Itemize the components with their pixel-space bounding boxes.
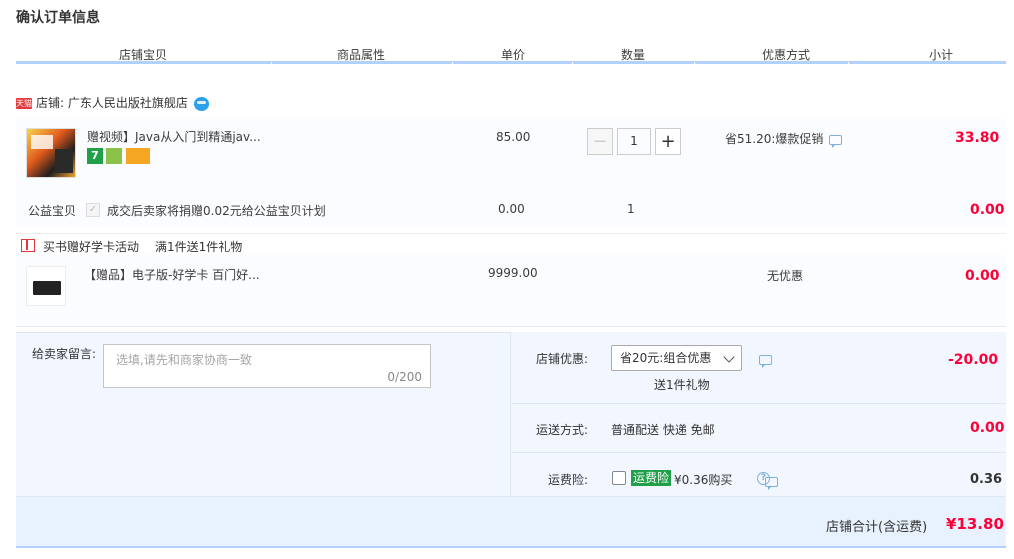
table-header: 店铺宝贝 商品属性 单价 数量 优惠方式 小计 — [16, 44, 1006, 65]
gift-thumbnail[interactable] — [26, 266, 66, 306]
column-header: 单价 — [500, 48, 525, 62]
charity-label: 公益宝贝 — [28, 204, 77, 218]
help-icon[interactable]: ? — [757, 472, 770, 485]
page-title: 确认订单信息 — [16, 10, 100, 26]
total-amount: ¥13.80 — [946, 515, 1004, 533]
charity-checkbox: ✓ — [86, 203, 100, 217]
divider — [511, 403, 1006, 404]
gift-activity-title: 买书赠好学卡活动 — [43, 240, 140, 254]
chat-icon[interactable] — [759, 354, 772, 368]
message-input[interactable]: 选填,请先和商家协商一致 0/200 — [103, 344, 431, 388]
item-thumbnail[interactable] — [26, 128, 76, 178]
qty-input[interactable]: 1 — [617, 128, 651, 155]
message-label: 给卖家留言: — [32, 347, 97, 361]
column-header: 店铺宝贝 — [118, 48, 167, 62]
gift-activity-row: 买书赠好学卡活动 满1件送1件礼物 — [16, 233, 1006, 255]
insurance-amount: 0.36 — [970, 472, 1003, 487]
guarantee-icon — [106, 148, 122, 164]
gift-title[interactable]: 【赠品】电子版-好学卡 百门好... — [84, 266, 260, 283]
column-header: 小计 — [928, 48, 953, 62]
chat-icon[interactable] — [829, 134, 843, 148]
shop-discount-select[interactable]: 省20元:组合优惠 — [611, 345, 742, 371]
shop-name[interactable]: 店铺: 广东人民出版社旗舰店 — [36, 96, 188, 110]
insurance-tag: 运费险 — [631, 470, 672, 486]
quantity-stepper: − 1 + — [587, 128, 683, 155]
charity-price: 0.00 — [498, 202, 525, 216]
qty-plus-button[interactable]: + — [655, 128, 681, 155]
column-header: 优惠方式 — [761, 48, 810, 62]
unit-price: 85.00 — [496, 130, 531, 144]
shipping-label: 运送方式: — [536, 423, 589, 437]
item-promo: 省51.20:爆款促销 — [725, 130, 843, 148]
gift-price: 9999.00 — [488, 266, 538, 280]
shop-discount-note: 送1件礼物 — [654, 378, 710, 392]
column-header: 数量 — [620, 48, 645, 62]
qty-minus-button[interactable]: − — [587, 128, 613, 155]
credit-card-icon — [126, 148, 150, 164]
charity-subtotal: 0.00 — [970, 202, 1005, 218]
message-placeholder: 选填,请先和商家协商一致 — [116, 353, 252, 367]
charity-quantity: 1 — [627, 202, 635, 216]
seven-day-return-icon: 7 — [87, 148, 103, 164]
chevron-down-icon — [723, 351, 735, 363]
total-label: 店铺合计(含运费) — [826, 520, 928, 535]
panel-divider — [510, 332, 511, 496]
item-title[interactable]: 赠视频】Java从入门到精通jav... — [87, 128, 261, 145]
charity-text: 成交后卖家将捐赠0.02元给公益宝贝计划 — [107, 204, 326, 218]
wangwang-icon[interactable] — [193, 96, 209, 111]
shop-discount-amount: -20.00 — [948, 352, 999, 368]
tmall-badge-icon: 天猫 — [16, 98, 32, 109]
column-header: 商品属性 — [336, 48, 385, 62]
shop-discount-selected: 省20元:组合优惠 — [620, 351, 712, 365]
item-subtotal: 33.80 — [955, 130, 1000, 146]
insurance-label: 运费险: — [548, 473, 589, 487]
promo-text: 省51.20:爆款促销 — [725, 132, 824, 146]
shop-row: 天猫 店铺: 广东人民出版社旗舰店 — [16, 94, 209, 112]
shop-discount-label: 店铺优惠: — [536, 352, 589, 366]
divider — [511, 452, 1006, 453]
insurance-price: ¥0.36购买 — [674, 473, 733, 487]
gift-icon — [21, 239, 35, 252]
gift-subtotal: 0.00 — [965, 268, 1000, 284]
gift-promo: 无优惠 — [767, 269, 804, 283]
gift-activity-condition: 满1件送1件礼物 — [155, 240, 243, 254]
message-char-count: 0/200 — [387, 370, 422, 384]
shipping-method: 普通配送 快递 免邮 — [611, 423, 715, 437]
shipping-amount: 0.00 — [970, 420, 1005, 436]
insurance-checkbox[interactable] — [612, 471, 626, 485]
